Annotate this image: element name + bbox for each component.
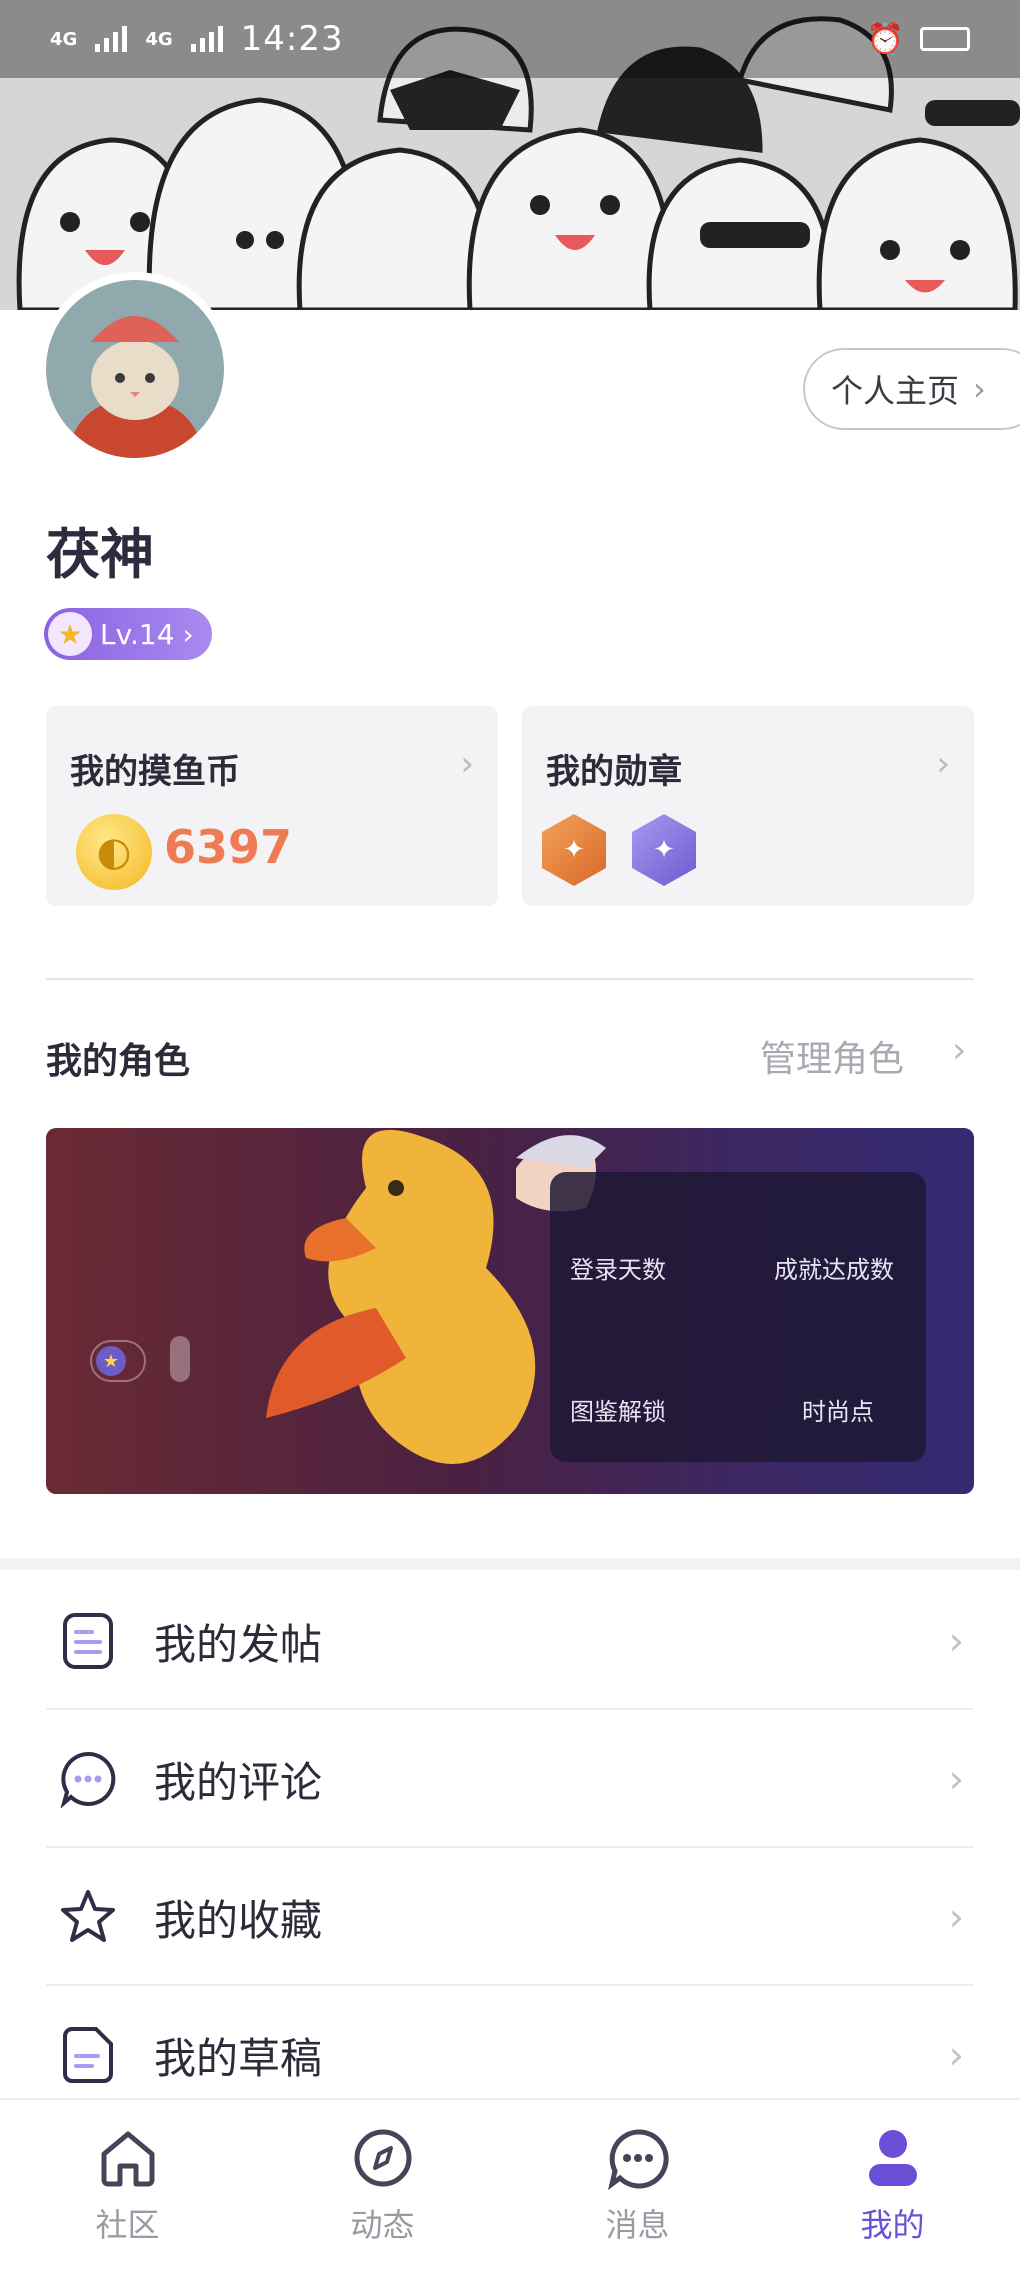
stat-collection: 图鉴解锁 xyxy=(570,1398,666,1426)
menu-label: 我的发帖 xyxy=(154,1619,323,1669)
chevron-right-icon: › xyxy=(948,1619,964,1663)
role-stats-panel: 登录天数 成就达成数 图鉴解锁 时尚点 xyxy=(550,1172,926,1462)
level-label: Lv.14 xyxy=(100,617,175,651)
role-toggle[interactable]: ★ xyxy=(90,1340,146,1382)
chevron-right-icon: › xyxy=(948,1895,964,1939)
star-icon xyxy=(58,1887,118,1947)
manage-roles-link[interactable]: 管理角色 xyxy=(760,1030,904,1082)
stat-login-days: 登录天数 xyxy=(570,1256,666,1284)
status-time: 14:23 xyxy=(240,19,344,59)
nav-community[interactable]: 社区 xyxy=(0,2100,255,2274)
stat-achievements: 成就达成数 xyxy=(774,1256,894,1284)
role-indicator xyxy=(170,1336,190,1382)
comment-icon xyxy=(58,1749,118,1809)
profile-banner: 4G 4G 14:23 ⏰ xyxy=(0,0,1020,310)
chevron-right-icon: › xyxy=(948,1757,964,1801)
medals-card-title: 我的勋章 xyxy=(546,752,682,792)
nav-label: 消息 xyxy=(605,2206,670,2244)
coins-card-title: 我的摸鱼币 xyxy=(70,752,240,792)
coins-value: 6397 xyxy=(164,820,293,874)
role-card[interactable]: ★ 登录天数 成就达成数 图鉴解锁 时尚点 xyxy=(46,1128,974,1494)
chevron-right-icon: › xyxy=(182,617,194,651)
personal-homepage-label: 个人主页 xyxy=(831,372,960,410)
star-icon: ★ xyxy=(96,1346,126,1376)
role-section-title: 我的角色 xyxy=(46,1041,191,1082)
nav-label: 动态 xyxy=(350,2206,415,2244)
medal-purple-icon: ✦ xyxy=(632,814,696,886)
menu-label: 我的评论 xyxy=(154,1757,323,1807)
bottom-nav: 社区 动态 消息 我的 xyxy=(0,2098,1020,2274)
fish-coin-icon: ◐ xyxy=(76,814,152,890)
draft-icon xyxy=(58,2025,118,2085)
section-divider xyxy=(46,978,974,980)
home-icon xyxy=(101,2131,154,2187)
menu-item-favorites[interactable]: 我的收藏 › xyxy=(46,1850,974,1986)
menu-item-comments[interactable]: 我的评论 › xyxy=(46,1712,974,1848)
coins-card[interactable]: 我的摸鱼币 › ◐ 6397 xyxy=(46,706,498,906)
signal-label-2: 4G xyxy=(145,28,173,50)
level-badge[interactable]: ★ Lv.14 › xyxy=(44,608,212,660)
chevron-right-icon: › xyxy=(936,744,950,784)
personal-homepage-button[interactable]: 个人主页 › xyxy=(803,348,1020,430)
battery-icon xyxy=(920,27,970,51)
signal-bars-icon xyxy=(190,26,223,52)
document-icon xyxy=(58,1611,118,1671)
nav-messages[interactable]: 消息 xyxy=(510,2100,765,2274)
nav-feed[interactable]: 动态 xyxy=(255,2100,510,2274)
chevron-right-icon: › xyxy=(973,370,986,408)
menu-label: 我的收藏 xyxy=(154,1895,323,1945)
message-icon xyxy=(607,2129,669,2190)
signal-bars-icon xyxy=(95,26,128,52)
chevron-right-icon: › xyxy=(948,2033,964,2077)
stat-fashion: 时尚点 xyxy=(802,1398,874,1426)
menu-label: 我的草稿 xyxy=(154,2033,323,2083)
chevron-right-icon: › xyxy=(460,744,474,784)
medal-orange-icon: ✦ xyxy=(542,814,606,886)
section-gap xyxy=(0,1558,1020,1570)
signal-label-1: 4G xyxy=(50,28,78,50)
medals-card[interactable]: 我的勋章 › ✦ ✦ xyxy=(522,706,974,906)
nav-label: 我的 xyxy=(860,2206,925,2244)
chevron-right-icon[interactable]: › xyxy=(952,1030,966,1071)
nav-me[interactable]: 我的 xyxy=(765,2100,1020,2274)
star-icon: ★ xyxy=(48,612,92,656)
menu-item-posts[interactable]: 我的发帖 › xyxy=(46,1574,974,1710)
user-icon xyxy=(868,2130,917,2186)
alarm-icon: ⏰ xyxy=(866,21,904,57)
avatar[interactable] xyxy=(38,272,232,466)
avatar-image xyxy=(46,280,224,458)
compass-icon xyxy=(354,2129,411,2187)
username: 茯神 xyxy=(46,523,154,586)
nav-label: 社区 xyxy=(95,2206,160,2244)
status-bar: 4G 4G 14:23 ⏰ xyxy=(0,0,1020,78)
